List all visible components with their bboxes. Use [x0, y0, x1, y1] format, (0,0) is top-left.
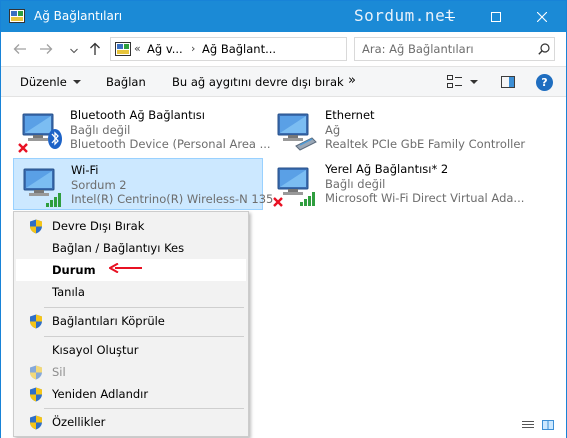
back-button[interactable]: [12, 41, 28, 57]
menu-separator: [44, 408, 244, 409]
menu-item-connect-disconnect[interactable]: Bağlan / Bağlantıyı Kes: [16, 237, 246, 259]
uac-shield-icon: [30, 365, 42, 380]
maximize-button[interactable]: [473, 1, 519, 32]
organize-menu[interactable]: Düzenle: [20, 75, 81, 89]
title-bar[interactable]: Ağ Bağlantıları Sordum.net: [1, 1, 566, 32]
help-icon[interactable]: ?: [536, 74, 553, 91]
menu-item-label: Bağlan / Bağlantıyı Kes: [52, 241, 185, 255]
search-box[interactable]: Ara: Ağ Bağlantıları: [354, 37, 555, 61]
connection-name: Wi-Fi: [71, 163, 99, 177]
connection-device: Intel(R) Centrino(R) Wireless-N 135: [71, 192, 274, 206]
menu-separator: [44, 307, 244, 308]
recent-locations-button[interactable]: [66, 43, 82, 59]
address-bar[interactable]: « Ağ v... › Ağ Bağlant...: [110, 37, 448, 61]
connection-item-bluetooth[interactable]: Bluetooth Ağ Bağlantısı Bağlı değil Blue…: [13, 104, 271, 156]
connection-item-wifi[interactable]: Wi-Fi Sordum 2 Intel(R) Centrino(R) Wire…: [13, 158, 273, 210]
uac-shield-icon: [30, 219, 42, 234]
breadcrumb-network-connections[interactable]: Ağ Bağlant...: [202, 42, 276, 56]
minimize-icon: [445, 16, 455, 18]
connection-device: Bluetooth Device (Personal Area ...: [70, 137, 271, 151]
breadcrumb-network[interactable]: Ağ v...: [147, 42, 183, 56]
connection-item-ethernet[interactable]: Ethernet Ağ Realtek PCIe GbE Family Cont…: [268, 104, 525, 156]
network-folder-icon: [115, 42, 131, 56]
connect-button[interactable]: Bağlan: [106, 75, 146, 89]
menu-item-label: Tanıla: [52, 285, 85, 299]
window-title: Ağ Bağlantıları: [34, 9, 123, 23]
navigation-bar: « Ağ v... › Ağ Bağlant... Ara: Ağ Bağlan…: [1, 32, 566, 65]
disable-device-button[interactable]: Bu ağ aygıtını devre dışı bırak: [172, 75, 344, 89]
close-button[interactable]: [519, 1, 565, 32]
menu-item-label: Sil: [52, 365, 66, 379]
menu-item-properties[interactable]: Özellikler: [16, 411, 246, 433]
context-menu: Devre Dışı Bırak Bağlan / Bağlantıyı Kes…: [13, 211, 249, 437]
view-options-dropdown[interactable]: [470, 80, 478, 84]
menu-item-bridge-connections[interactable]: Bağlantıları Köprüle: [16, 310, 246, 332]
command-bar: Düzenle Bağlan Bu ağ aygıtını devre dışı…: [1, 66, 566, 97]
connection-status: Sordum 2: [71, 178, 127, 192]
search-input[interactable]: Ara: Ağ Bağlantıları: [362, 42, 474, 56]
connection-device: Microsoft Wi-Fi Direct Virtual Ada...: [325, 191, 525, 205]
search-icon[interactable]: [538, 43, 550, 55]
chevron-down-icon: [70, 48, 78, 54]
menu-item-label: Bağlantıları Köprüle: [52, 314, 165, 328]
menu-item-diagnose[interactable]: Tanıla: [16, 281, 246, 303]
more-commands-button[interactable]: »: [348, 73, 356, 88]
menu-item-label: Devre Dışı Bırak: [52, 219, 145, 233]
menu-item-label: Özellikler: [52, 415, 106, 429]
wifi-direct-adapter-icon: [273, 167, 315, 207]
menu-item-label: Kısayol Oluştur: [52, 343, 139, 357]
connection-name: Ethernet: [325, 108, 375, 122]
menu-separator: [44, 336, 244, 337]
connection-name: Yerel Ağ Bağlantısı* 2: [325, 162, 449, 176]
menu-item-disable[interactable]: Devre Dışı Bırak: [16, 215, 246, 237]
connection-status: Bağlı değil: [325, 177, 386, 191]
forward-arrow-icon: [40, 44, 53, 54]
connection-status: Bağlı değil: [70, 123, 131, 137]
large-icons-view-icon[interactable]: [542, 420, 554, 430]
up-button[interactable]: [87, 41, 103, 57]
breadcrumb-chevron[interactable]: ›: [191, 42, 195, 55]
minimize-button[interactable]: [427, 1, 473, 32]
ethernet-adapter-icon: [277, 113, 317, 151]
breadcrumb-overflow[interactable]: «: [134, 42, 141, 55]
red-arrow-icon: [109, 263, 142, 273]
uac-shield-icon: [30, 314, 42, 329]
connection-device: Realtek PCIe GbE Family Controller: [325, 137, 526, 151]
uac-shield-icon: [30, 387, 42, 402]
menu-item-label: Durum: [52, 263, 96, 277]
menu-item-delete[interactable]: Sil: [16, 361, 246, 383]
back-arrow-icon: [13, 44, 26, 54]
network-folder-icon: [9, 9, 25, 23]
details-view-icon[interactable]: [522, 420, 534, 430]
menu-item-label: Yeniden Adlandır: [52, 387, 149, 401]
preview-pane-icon[interactable]: [501, 76, 515, 88]
connection-status: Ağ: [325, 123, 341, 137]
uac-shield-icon: [30, 415, 42, 430]
connection-name: Bluetooth Ağ Bağlantısı: [70, 108, 205, 122]
up-arrow-icon: [90, 42, 100, 55]
close-icon: [537, 11, 547, 22]
forward-button[interactable]: [38, 41, 54, 57]
organize-label: Düzenle: [20, 75, 67, 89]
change-view-icon[interactable]: [447, 75, 463, 89]
maximize-icon: [491, 11, 501, 22]
connection-item-local-area-2[interactable]: Yerel Ağ Bağlantısı* 2 Bağlı değil Micro…: [268, 158, 524, 210]
bluetooth-adapter-icon: [18, 113, 62, 153]
wifi-adapter-icon: [23, 168, 61, 207]
network-connections-window: Ağ Bağlantıları Sordum.net « Ağ v... › A…: [0, 0, 567, 438]
menu-item-create-shortcut[interactable]: Kısayol Oluştur: [16, 339, 246, 361]
chevron-down-icon: [72, 80, 81, 84]
menu-item-rename[interactable]: Yeniden Adlandır: [16, 383, 246, 405]
